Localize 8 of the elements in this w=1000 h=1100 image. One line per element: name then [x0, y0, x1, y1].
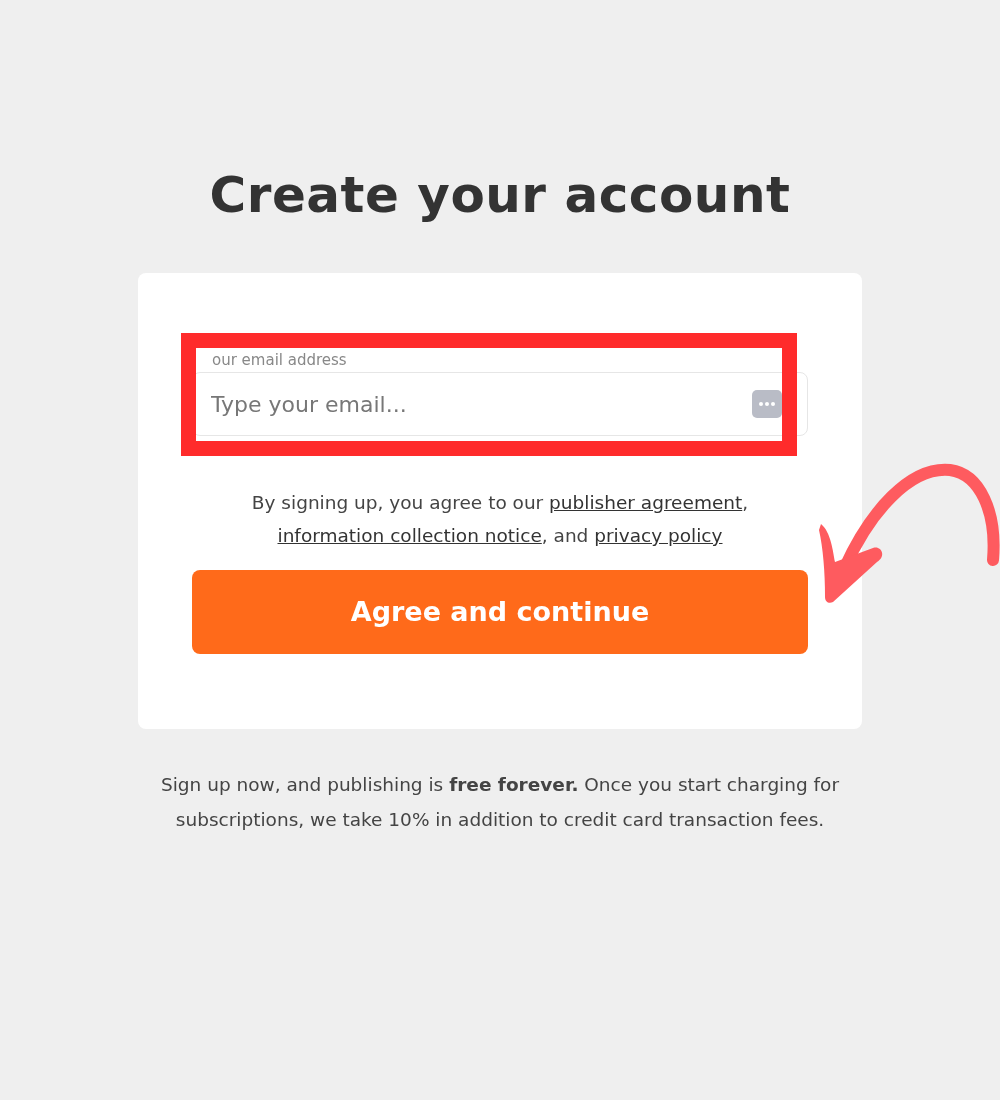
password-manager-icon[interactable] [752, 390, 782, 418]
field-label: our email address [211, 353, 348, 368]
policy-link[interactable]: publisher agreement [549, 492, 743, 513]
policy-link[interactable]: privacy policy [594, 525, 723, 546]
policy-link[interactable]: information collection notice [277, 525, 542, 546]
agreement-text: By signing up, you agree to our publisher agreement, information collection notice, and privacy policy [250, 491, 750, 548]
pricing-note: Sign up now, and publishing is free forever. Once you start charging for subscriptions, we take 10% in addition to credit card transaction fees. [160, 773, 840, 832]
page-heading: Create your account [208, 165, 792, 225]
